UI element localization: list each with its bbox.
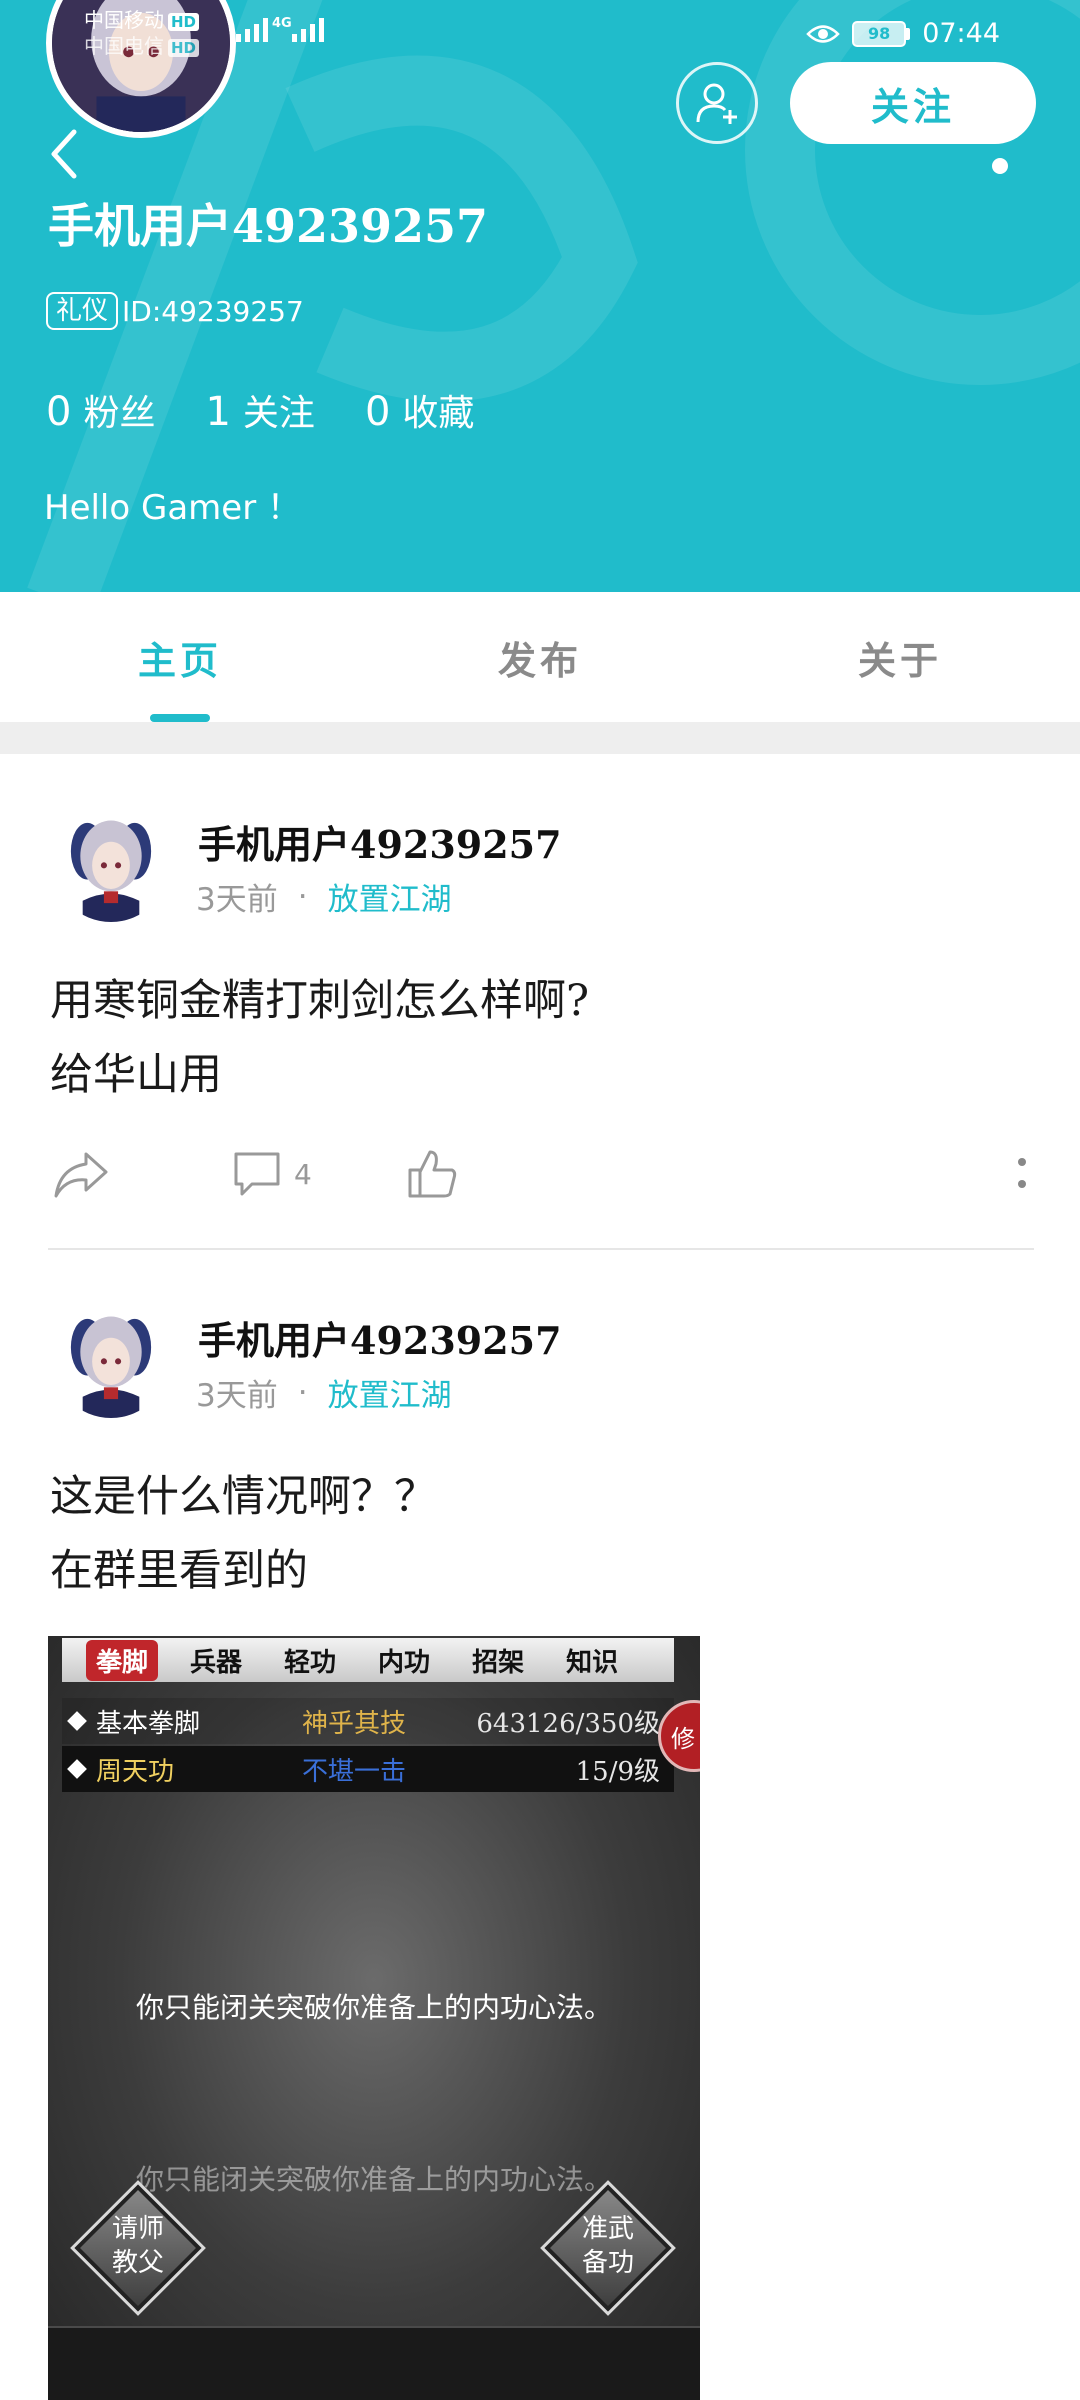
post-actions: 4 <box>0 1136 1080 1216</box>
hd-badge-2: HD <box>168 39 200 57</box>
post-author-name[interactable]: 手机用户49239257 <box>198 814 562 869</box>
section-separator <box>0 722 1080 754</box>
post-text-line: 给华山用 <box>50 1050 222 1100</box>
game-skill-level: 643126/350级 <box>476 1708 660 1739</box>
add-friend-button[interactable] <box>676 62 758 144</box>
post-author-name[interactable]: 手机用户49239257 <box>198 1310 562 1365</box>
post-text-line: 用寒铜金精打刺剑怎么样啊? <box>50 976 590 1026</box>
post-content: 用寒铜金精打刺剑怎么样啊? 给华山用 <box>50 964 589 1112</box>
game-skill-name: 周天功 <box>96 1756 175 1787</box>
game-button-label: 请师 教父 <box>83 2212 193 2280</box>
game-skill-rank: 不堪一击 <box>302 1756 407 1787</box>
game-tab-bar: 拳脚 兵器 轻功 内功 招架 知识 <box>62 1638 674 1682</box>
post-author-avatar[interactable] <box>52 804 170 922</box>
comment-button[interactable]: 4 <box>232 1150 312 1198</box>
post-more-button[interactable] <box>1016 1150 1028 1200</box>
post-meta: 3天前 · 放置江湖 <box>196 1370 452 1415</box>
stat-following[interactable]: 1 关注 <box>205 384 314 436</box>
game-skill-row: 基本拳脚 神乎其技 643126/350级 <box>62 1698 674 1744</box>
stat-following-value: 1 <box>205 389 231 435</box>
more-vertical-icon <box>1018 1158 1026 1188</box>
post-text-line: 这是什么情况啊？？ <box>50 1472 437 1522</box>
status-right: 98 07:44 <box>806 18 1000 49</box>
comment-count: 4 <box>294 1157 312 1191</box>
game-button-text: 备功 <box>581 2248 634 2278</box>
stat-favorites-value: 0 <box>364 389 391 435</box>
user-id: ID:49239257 <box>122 294 304 328</box>
follow-button[interactable]: 关注 <box>790 62 1036 144</box>
carrier-secondary: 中国电信 <box>84 34 164 58</box>
post-text-line: 在群里看到的 <box>50 1546 308 1596</box>
back-icon[interactable] <box>46 128 82 180</box>
like-button[interactable] <box>406 1148 458 1200</box>
signal-icon <box>236 18 268 42</box>
tab-about[interactable]: 关于 <box>720 592 1080 722</box>
post-image[interactable]: 拳脚 兵器 轻功 内功 招架 知识 基本拳脚 神乎其技 643126/350级 … <box>48 1636 700 2400</box>
post-author-avatar[interactable] <box>52 1300 170 1418</box>
game-button-text: 教父 <box>111 2248 164 2278</box>
comment-icon <box>234 1152 280 1196</box>
profile-username: 手机用户49239257 <box>48 199 489 253</box>
id-row: 礼仪 ID:49239257 <box>46 292 304 330</box>
status-carrier: 中国移动 HD 中国电信 HD <box>84 8 200 58</box>
thumbs-up-icon <box>408 1150 457 1198</box>
game-button-text: 请师 <box>111 2214 164 2244</box>
game-tab: 兵器 <box>190 1647 243 1678</box>
post-card[interactable]: 手机用户49239257 3天前 · 放置江湖 用寒铜金精打刺剑怎么样啊? 给华… <box>0 754 1080 1250</box>
tab-home-label: 主页 <box>137 638 222 683</box>
post-content: 这是什么情况啊？？ 在群里看到的 <box>50 1460 437 1608</box>
post-time: 3天前 <box>196 1378 278 1414</box>
profile-tabs: 主页 发布 关于 <box>0 592 1080 722</box>
profile-bio: Hello Gamer ！ <box>44 488 301 528</box>
game-skill-name: 基本拳脚 <box>96 1708 201 1739</box>
stat-favorites-label: 收藏 <box>402 393 475 434</box>
post-category[interactable]: 放置江湖 <box>328 1370 452 1415</box>
tab-active-indicator <box>150 714 210 722</box>
diamond-icon <box>67 1759 87 1779</box>
stat-favorites[interactable]: 0 收藏 <box>365 384 474 436</box>
meta-separator: · <box>297 878 308 915</box>
game-skill-rank: 神乎其技 <box>302 1708 407 1739</box>
post-meta: 3天前 · 放置江湖 <box>196 874 452 919</box>
game-button-text: 准武 <box>581 2214 634 2244</box>
game-tab: 拳脚 <box>86 1639 159 1681</box>
post-time: 3天前 <box>196 882 278 918</box>
game-tab: 内功 <box>378 1647 431 1678</box>
game-bottom-bar <box>48 2326 700 2400</box>
share-button[interactable] <box>52 1150 110 1200</box>
tab-about-label: 关于 <box>857 638 942 683</box>
clock: 07:44 <box>922 18 1000 49</box>
stat-following-label: 关注 <box>242 393 315 434</box>
game-message: 你只能闭关突破你准备上的内功心法。 <box>135 1991 612 2024</box>
post-category[interactable]: 放置江湖 <box>328 874 452 919</box>
eye-icon <box>806 24 840 43</box>
role-badge: 礼仪 <box>46 292 119 330</box>
stat-fans[interactable]: 0 粉丝 <box>46 384 155 436</box>
meta-separator: · <box>297 1374 308 1411</box>
tab-home[interactable]: 主页 <box>0 592 360 722</box>
game-skill-level: 15/9级 <box>575 1756 660 1787</box>
share-icon <box>54 1152 108 1198</box>
more-options-icon[interactable] <box>992 158 1008 174</box>
stat-fans-value: 0 <box>46 389 72 435</box>
hd-badge: HD <box>168 13 200 31</box>
diamond-icon <box>67 1711 87 1731</box>
tab-posts-label: 发布 <box>497 638 582 683</box>
stat-fans-label: 粉丝 <box>83 393 156 434</box>
signal-icon-2 <box>292 18 324 42</box>
battery-icon: 98 <box>852 20 911 47</box>
tab-posts[interactable]: 发布 <box>360 592 720 722</box>
game-tab: 知识 <box>566 1647 619 1678</box>
battery-level: 98 <box>852 20 907 47</box>
network-type: 4G <box>272 16 292 31</box>
profile-stats: 0 粉丝 1 关注 0 收藏 <box>46 384 524 436</box>
game-skill-row: 周天功 不堪一击 15/9级 <box>62 1746 674 1792</box>
game-tab: 轻功 <box>284 1647 337 1678</box>
add-user-icon <box>696 83 737 124</box>
game-tab: 招架 <box>472 1647 525 1678</box>
carrier-primary: 中国移动 <box>84 8 164 32</box>
game-button-label: 准武 备功 <box>553 2212 663 2280</box>
profile-header: 中国移动 HD 中国电信 HD 4G 98 07:44 关注 手机用户4923925… <box>0 0 1080 592</box>
